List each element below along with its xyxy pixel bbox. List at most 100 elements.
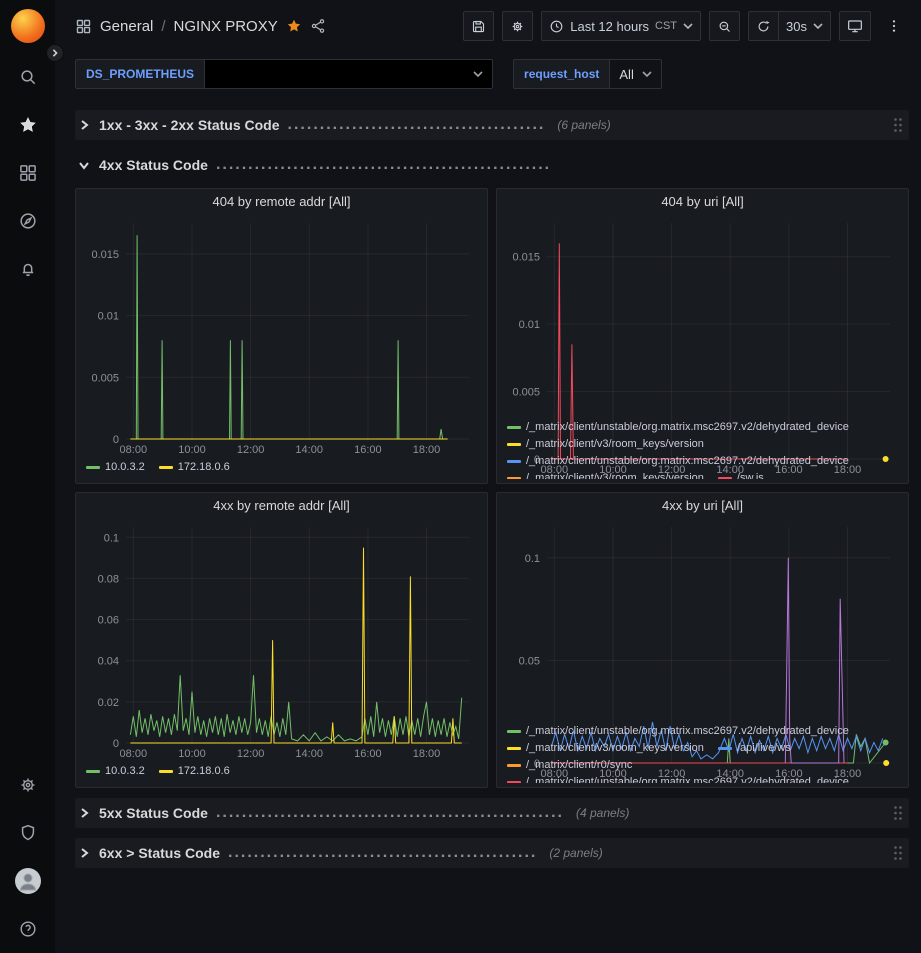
legend-swatch	[159, 466, 173, 469]
breadcrumb-folder[interactable]: General	[100, 18, 153, 35]
compass-icon	[18, 211, 38, 231]
panel-title[interactable]: 4xx by remote addr [All]	[76, 493, 487, 519]
row-drag-handle[interactable]	[893, 117, 903, 133]
dashboard-settings-button[interactable]	[502, 11, 533, 41]
legend-item[interactable]: 172.18.0.6	[159, 763, 230, 779]
panel-title[interactable]: 4xx by uri [All]	[497, 493, 908, 519]
apps-icon	[18, 163, 38, 183]
y-tick-label: 0	[113, 434, 119, 446]
legend-item[interactable]: 10.0.3.2	[86, 763, 145, 779]
chevron-down-icon	[77, 158, 91, 172]
row-drag-handle[interactable]	[893, 805, 903, 821]
zoom-out-button[interactable]	[709, 11, 740, 41]
y-tick-label: 0.015	[512, 252, 540, 264]
time-series-plot[interactable]: 08:0010:0012:0014:0016:0018:0000.0050.01…	[82, 215, 481, 457]
x-tick-label: 12:00	[237, 748, 265, 760]
panel-title[interactable]: 404 by remote addr [All]	[76, 189, 487, 215]
favorite-star-icon[interactable]	[286, 18, 302, 34]
sidebar-expand-button[interactable]	[46, 44, 64, 62]
sidebar-item-configuration[interactable]	[0, 761, 55, 809]
chart-404-by-remote-addr[interactable]: 08:0010:0012:0014:0016:0018:0000.0050.01…	[82, 215, 481, 457]
legend-label: /_matrix/client/unstable/org.matrix.msc2…	[526, 774, 849, 783]
x-tick-label: 16:00	[354, 748, 382, 760]
timezone-label: CST	[655, 20, 677, 32]
legend-item[interactable]: /_matrix/client/r0/sync	[507, 757, 632, 773]
request-host-select[interactable]: All	[610, 59, 661, 89]
grafana-logo[interactable]	[11, 9, 45, 43]
row-drag-handle[interactable]	[893, 845, 903, 861]
chart-legend: 10.0.3.2 172.18.0.6	[86, 763, 477, 783]
legend-item[interactable]: /api/live/ws	[718, 740, 791, 756]
legend-item[interactable]: /_matrix/client/unstable/org.matrix.msc2…	[507, 774, 849, 783]
kebab-menu-icon	[886, 18, 902, 34]
legend-label: 10.0.3.2	[105, 459, 145, 475]
row-6xx-status-code[interactable]: 6xx > Status Code ......................…	[75, 838, 909, 868]
sidebar-item-dashboards[interactable]	[0, 149, 55, 197]
sidebar-item-alerting[interactable]	[0, 245, 55, 293]
legend-item[interactable]: 172.18.0.6	[159, 459, 230, 475]
save-dashboard-button[interactable]	[463, 11, 494, 41]
chart-4xx-by-remote-addr[interactable]: 08:0010:0012:0014:0016:0018:0000.020.040…	[82, 519, 481, 761]
share-icon[interactable]	[310, 18, 326, 34]
time-range-label: Last 12 hours	[570, 19, 649, 34]
legend-item[interactable]: /sw.js	[718, 470, 764, 479]
chart-4xx-by-uri[interactable]: 08:0010:0012:0014:0016:0018:0000.050.1	[503, 519, 902, 721]
chevron-right-icon	[77, 806, 91, 820]
legend-label: /_matrix/client/r0/sync	[526, 757, 632, 773]
sidebar-item-starred[interactable]	[0, 101, 55, 149]
legend-item[interactable]: /_matrix/client/unstable/org.matrix.msc2…	[507, 453, 849, 469]
dashboard-body: 1xx - 3xx - 2xx Status Code ............…	[55, 96, 921, 953]
legend-label: /_matrix/client/v3/room_keys/version	[526, 436, 704, 452]
drag-dots-icon	[893, 805, 903, 821]
time-range-picker[interactable]: Last 12 hours CST	[541, 11, 701, 41]
variables-bar: DS_PROMETHEUS request_host All	[55, 52, 921, 96]
chevron-right-icon	[51, 49, 59, 57]
legend-swatch	[86, 770, 100, 773]
datasource-select[interactable]	[205, 59, 493, 89]
legend-item[interactable]: /_matrix/client/v3/room_keys/version	[507, 740, 704, 756]
legend-item[interactable]: /_matrix/client/unstable/org.matrix.msc2…	[507, 419, 849, 435]
row-title: 4xx Status Code	[99, 157, 208, 173]
legend-item[interactable]: 10.0.3.2	[86, 459, 145, 475]
legend-item[interactable]: /_matrix/client/unstable/org.matrix.msc2…	[507, 723, 849, 739]
row-5xx-status-code[interactable]: 5xx Status Code ........................…	[75, 798, 909, 828]
panel-title[interactable]: 404 by uri [All]	[497, 189, 908, 215]
legend-label: /_matrix/client/unstable/org.matrix.msc2…	[526, 453, 849, 469]
legend-swatch	[507, 426, 521, 429]
row-panel-count: (6 panels)	[557, 118, 610, 132]
row-1xx-3xx-2xx-status-code[interactable]: 1xx - 3xx - 2xx Status Code ............…	[75, 110, 909, 140]
refresh-interval-select[interactable]: 30s	[779, 11, 831, 41]
legend-swatch	[507, 781, 521, 784]
sidebar-item-server-admin[interactable]	[0, 809, 55, 857]
cycle-view-button[interactable]	[839, 11, 871, 41]
grafana-app: General / NGINX PROXY	[0, 0, 921, 953]
row-panel-count: (2 panels)	[549, 846, 602, 860]
chart-legend: /_matrix/client/unstable/org.matrix.msc2…	[507, 723, 898, 783]
legend-item[interactable]: /_matrix/client/v3/room_keys/version	[507, 436, 704, 452]
request-host-variable-label: request_host	[513, 59, 610, 89]
star-icon	[18, 115, 38, 135]
breadcrumb-dashboard[interactable]: NGINX PROXY	[174, 18, 278, 35]
sidebar-item-help[interactable]	[0, 905, 55, 953]
chart-404-by-uri[interactable]: 08:0010:0012:0014:0016:0018:0000.0050.01…	[503, 215, 902, 417]
x-tick-label: 14:00	[295, 748, 323, 760]
refresh-button[interactable]	[748, 11, 779, 41]
sidebar-item-search[interactable]	[0, 53, 55, 101]
save-icon	[471, 19, 486, 34]
sidebar-item-explore[interactable]	[0, 197, 55, 245]
sidebar-item-profile[interactable]	[0, 857, 55, 905]
x-tick-label: 10:00	[178, 444, 206, 456]
zoom-out-icon	[717, 19, 732, 34]
chevron-down-icon	[473, 71, 483, 77]
dashboard-toolbar: General / NGINX PROXY	[55, 0, 921, 52]
datasource-variable-label: DS_PROMETHEUS	[75, 59, 205, 89]
search-icon	[18, 67, 38, 87]
panel-grid: 404 by remote addr [All] 08:0010:0012:00…	[75, 188, 909, 788]
legend-swatch	[159, 770, 173, 773]
series-line	[130, 548, 461, 743]
more-options-button[interactable]	[879, 11, 909, 41]
row-4xx-status-code[interactable]: 4xx Status Code ........................…	[75, 150, 909, 180]
y-tick-label: 0.01	[519, 319, 540, 331]
time-series-plot[interactable]: 08:0010:0012:0014:0016:0018:0000.020.040…	[82, 519, 481, 761]
legend-item[interactable]: /_matrix/client/v3/room_keys/version	[507, 470, 704, 479]
